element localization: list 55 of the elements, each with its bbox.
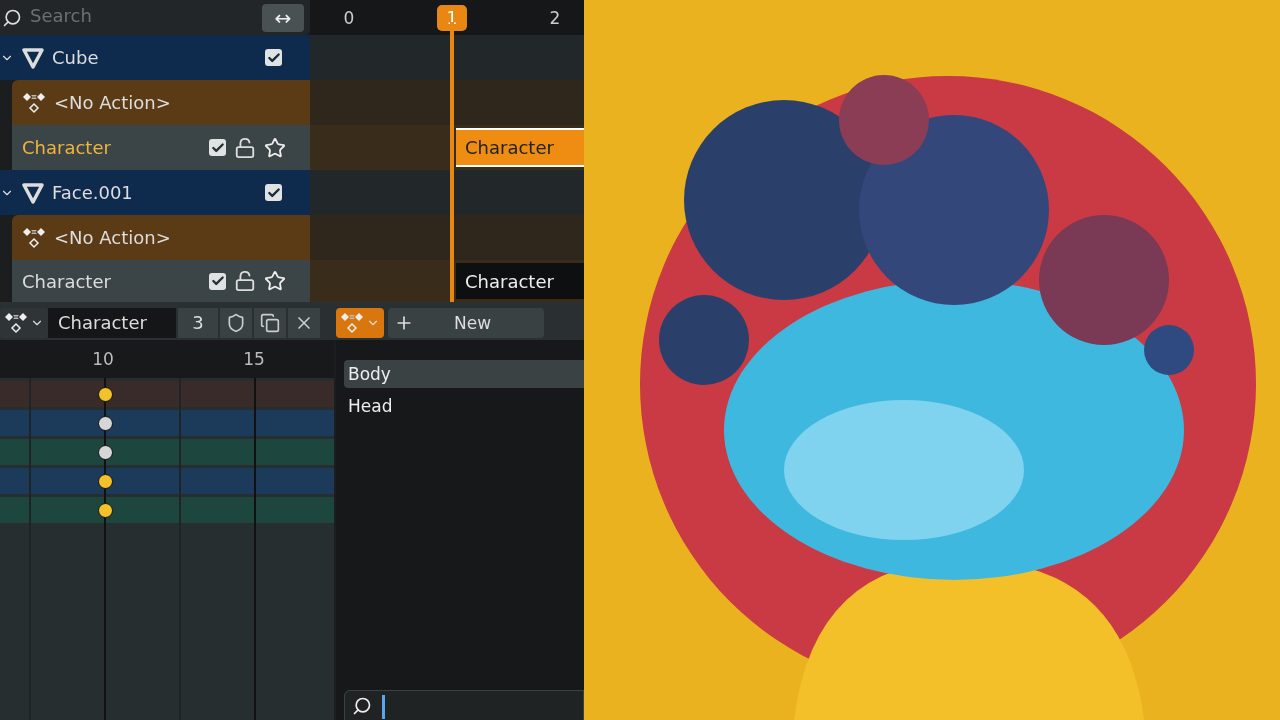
track-name: Character <box>22 137 112 158</box>
object-row[interactable]: Face.001 <box>0 170 310 215</box>
mesh-triangle-icon <box>22 181 44 204</box>
copy-icon <box>260 312 280 333</box>
action-name-field[interactable]: Character <box>48 307 176 338</box>
new-button[interactable]: New <box>388 307 544 338</box>
checkbox[interactable] <box>209 272 226 290</box>
action-icon <box>22 226 46 249</box>
action-row[interactable]: <No Action> <box>12 215 310 260</box>
keyframe[interactable] <box>98 386 113 402</box>
frame-number: 2 <box>548 7 562 28</box>
star-icon[interactable] <box>264 270 286 292</box>
slot-list-item[interactable]: Body <box>344 360 584 388</box>
keyframe[interactable] <box>98 415 113 431</box>
user-count-button[interactable]: 3 <box>178 307 218 338</box>
fake-user-button[interactable] <box>220 307 252 338</box>
frame-number: 10 <box>92 349 114 369</box>
search-icon <box>2 7 22 28</box>
swap-button[interactable]: ↔ <box>262 3 304 32</box>
slot-dropdown[interactable] <box>336 307 384 338</box>
frame-number: 0 <box>342 7 356 28</box>
keyframe[interactable] <box>98 473 113 489</box>
action-slot-icon <box>340 311 364 334</box>
action-name: <No Action> <box>54 92 171 113</box>
unlocked-lock-icon[interactable] <box>234 270 256 292</box>
list-search-field[interactable] <box>344 690 584 720</box>
action-row[interactable]: <No Action> <box>12 80 310 125</box>
checkbox[interactable] <box>265 184 282 201</box>
shield-icon <box>226 312 246 333</box>
object-row[interactable]: Cube <box>0 35 310 80</box>
action-strip[interactable]: Character <box>456 263 584 299</box>
action-type-dropdown[interactable] <box>0 307 48 338</box>
action-name: <No Action> <box>54 227 171 248</box>
action-icon <box>22 91 46 114</box>
object-name: Face.001 <box>52 182 134 203</box>
frame-number: 15 <box>243 349 265 369</box>
checkbox[interactable] <box>265 49 282 66</box>
search-icon <box>352 696 372 716</box>
checkbox[interactable] <box>209 139 226 156</box>
track-name: Character <box>22 270 112 292</box>
keyframe[interactable] <box>98 502 113 518</box>
keyframe[interactable] <box>98 444 113 460</box>
track-row[interactable]: Character <box>12 260 310 302</box>
object-name: Cube <box>52 47 100 68</box>
unlocked-lock-icon[interactable] <box>234 136 256 159</box>
track-row[interactable]: Character <box>12 125 310 170</box>
duplicate-button[interactable] <box>254 307 286 338</box>
action-strip[interactable]: Character <box>456 128 584 167</box>
slot-list-item[interactable]: Head <box>344 392 584 420</box>
action-icon <box>4 311 28 334</box>
mesh-triangle-icon <box>22 46 44 69</box>
close-button[interactable] <box>288 307 320 338</box>
search-field[interactable]: Search ↔ <box>0 0 310 35</box>
star-icon[interactable] <box>264 136 286 159</box>
text-cursor <box>382 695 385 719</box>
